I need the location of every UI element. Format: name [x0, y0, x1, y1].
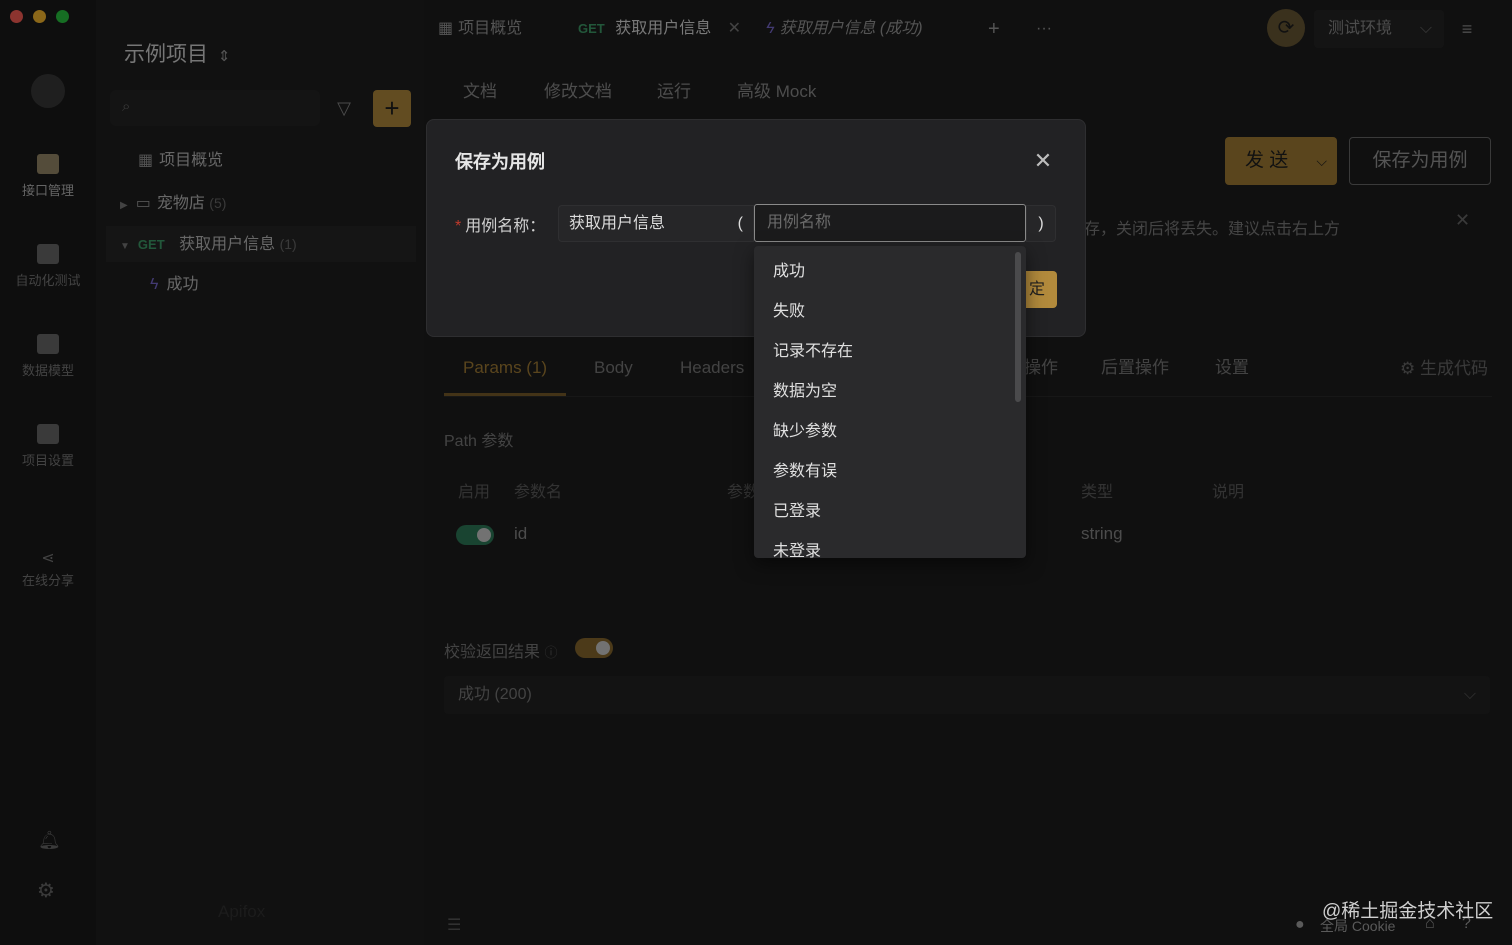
open-paren: (: [737, 215, 743, 232]
option-item[interactable]: 失败: [754, 292, 1026, 332]
option-item[interactable]: 已登录: [754, 492, 1026, 532]
option-item[interactable]: 参数有误: [754, 452, 1026, 492]
case-name-input[interactable]: [754, 204, 1026, 242]
option-item[interactable]: 缺少参数: [754, 412, 1026, 452]
option-item[interactable]: 未登录: [754, 532, 1026, 558]
dialog-title: 保存为用例: [455, 152, 545, 172]
scrollbar[interactable]: [1015, 252, 1021, 402]
required-mark: *: [455, 218, 462, 235]
case-name-suggestions: 成功 失败 记录不存在 数据为空 缺少参数 参数有误 已登录 未登录: [754, 246, 1026, 558]
option-item[interactable]: 数据为空: [754, 372, 1026, 412]
cookie-icon: ●: [1295, 916, 1305, 933]
option-item[interactable]: 成功: [754, 252, 1026, 292]
prefix-text: 获取用户信息: [569, 215, 666, 232]
watermark: @稀土掘金技术社区: [1322, 901, 1494, 922]
close-paren: ): [1026, 205, 1056, 242]
option-item[interactable]: 记录不存在: [754, 332, 1026, 372]
close-icon[interactable]: ✕: [1030, 148, 1056, 174]
case-name-label: * 用例名称：: [455, 218, 546, 235]
case-name-prefix: 获取用户信息 (: [558, 205, 754, 242]
